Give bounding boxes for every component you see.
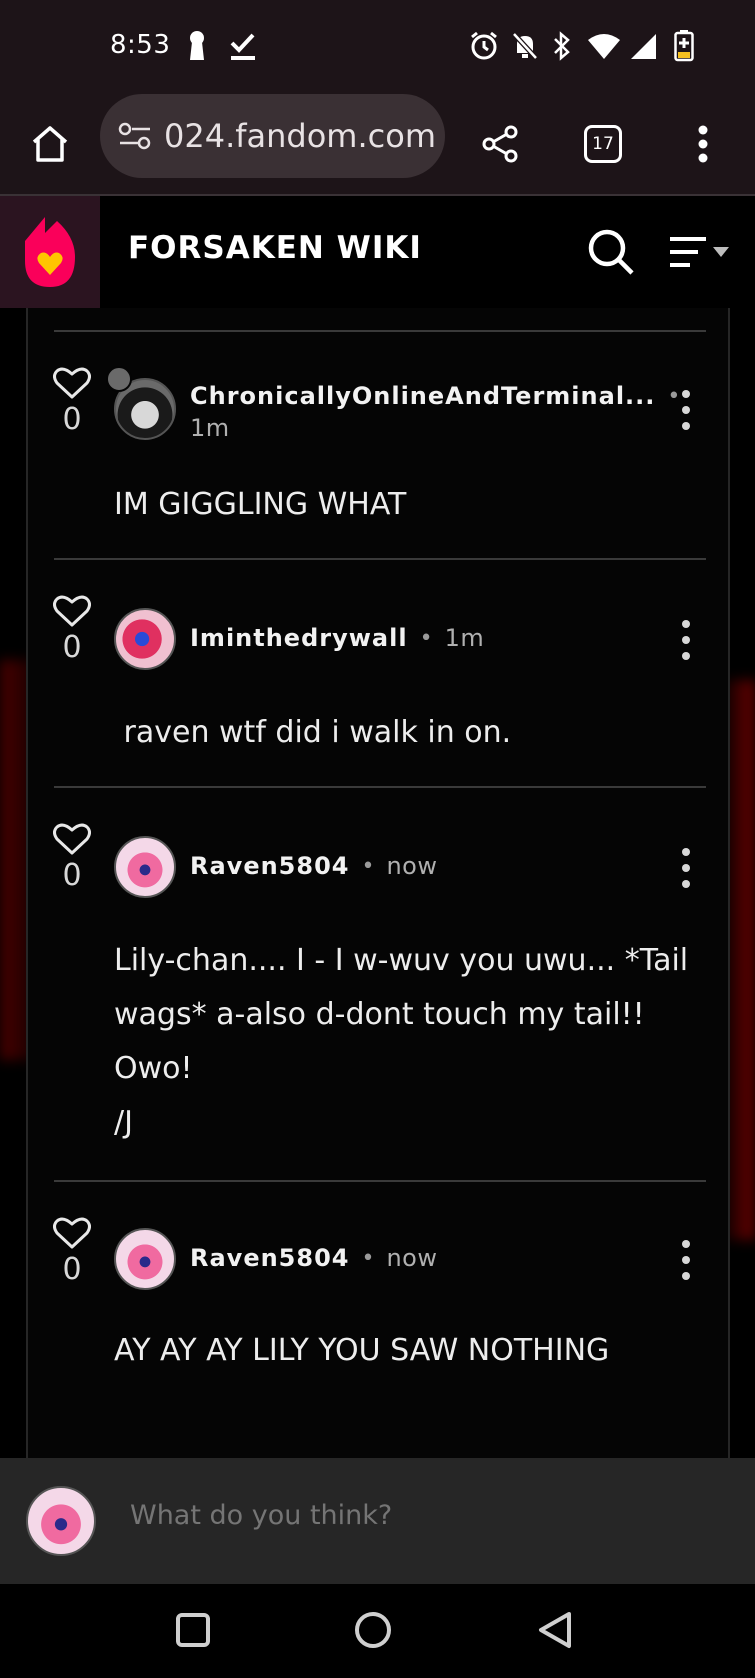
comment-time: now xyxy=(386,1244,438,1272)
comment-meta: Iminthedrywall • 1m xyxy=(190,624,484,652)
comment-meta: Raven5804 • now xyxy=(190,852,438,880)
separator-dot: • xyxy=(361,1245,375,1271)
fandom-flame-icon xyxy=(25,217,75,287)
heart-icon xyxy=(53,367,91,399)
wiki-header: FORSAKEN WIKI xyxy=(0,196,755,308)
wiki-menu-button[interactable] xyxy=(668,230,738,274)
home-button[interactable] xyxy=(15,92,85,196)
home-icon xyxy=(32,126,68,162)
site-settings-icon[interactable] xyxy=(118,122,152,150)
separator-dot: • xyxy=(419,625,433,651)
url-bar[interactable]: 024.fandom.com xyxy=(100,94,445,178)
back-button[interactable] xyxy=(525,1600,585,1660)
overflow-menu-icon xyxy=(698,125,708,163)
share-button[interactable] xyxy=(465,92,535,196)
wiki-title[interactable]: FORSAKEN WIKI xyxy=(128,230,422,266)
status-time: 8:53 xyxy=(110,30,171,60)
recents-button[interactable] xyxy=(163,1600,223,1660)
heart-icon xyxy=(53,1217,91,1249)
comment-divider xyxy=(54,330,706,332)
keyhole-icon xyxy=(186,30,208,62)
username[interactable]: Iminthedrywall xyxy=(190,624,408,652)
current-user-avatar xyxy=(26,1486,96,1556)
heart-icon xyxy=(53,595,91,627)
avatar[interactable] xyxy=(114,1228,176,1290)
like-button[interactable]: 0 xyxy=(50,594,94,665)
battery-charging-icon xyxy=(672,30,696,62)
staff-badge-icon xyxy=(106,366,132,392)
system-nav-bar xyxy=(0,1584,755,1678)
comment-divider xyxy=(54,558,706,560)
circle-icon xyxy=(355,1612,391,1648)
comment-line: /J xyxy=(114,1105,133,1140)
avatar[interactable] xyxy=(114,836,176,898)
like-count: 0 xyxy=(62,402,82,437)
tabs-icon: 17 xyxy=(584,125,622,163)
search-icon xyxy=(588,229,634,275)
back-triangle-icon xyxy=(539,1612,571,1648)
comment-time: now xyxy=(386,852,438,880)
tab-count: 17 xyxy=(592,134,614,154)
check-icon xyxy=(228,30,258,62)
like-count: 0 xyxy=(62,858,82,893)
fandom-logo[interactable] xyxy=(0,196,100,308)
like-button[interactable]: 0 xyxy=(50,366,94,437)
signal-icon xyxy=(628,30,658,62)
like-count: 0 xyxy=(62,630,82,665)
comment-divider xyxy=(54,786,706,788)
comment-divider xyxy=(54,1180,706,1182)
comment-meta: Raven5804 • now xyxy=(190,1244,438,1272)
comment-body: Lily-chan.... I - I w-wuv you uwu... *Ta… xyxy=(114,934,688,1150)
like-count: 0 xyxy=(62,1252,82,1287)
comment-time: 1m xyxy=(444,624,485,652)
wifi-icon xyxy=(586,30,622,62)
menu-button[interactable] xyxy=(668,92,738,196)
comment-options-button[interactable] xyxy=(674,1240,698,1280)
status-bar: 8:53 xyxy=(0,0,755,92)
comment-body: AY AY AY LILY YOU SAW NOTHING xyxy=(114,1333,610,1368)
username[interactable]: Raven5804 xyxy=(190,852,349,880)
avatar[interactable] xyxy=(114,608,176,670)
comment-options-button[interactable] xyxy=(674,390,698,430)
comment-line: Lily-chan.... I - I w-wuv you uwu... *Ta… xyxy=(114,943,689,978)
hamburger-icon xyxy=(670,237,706,267)
chevron-down-icon xyxy=(713,247,729,257)
username[interactable]: Raven5804 xyxy=(190,1244,349,1272)
comment-body: raven wtf did i walk in on. xyxy=(114,715,512,750)
comment-input[interactable] xyxy=(130,1500,690,1531)
tab-switcher-button[interactable]: 17 xyxy=(568,92,638,196)
comment-body: IM GIGGLING WHAT xyxy=(114,487,407,522)
alarm-icon xyxy=(468,30,500,62)
comment-meta: ChronicallyOnlineAndTerminal... • xyxy=(190,382,692,410)
comment-line: wags* a-also d-dont touch my tail!! xyxy=(114,997,645,1032)
bluetooth-icon xyxy=(550,30,574,62)
comment-options-button[interactable] xyxy=(674,620,698,660)
search-button[interactable] xyxy=(585,226,637,278)
comment-line: Owo! xyxy=(114,1051,193,1086)
comment-compose-bar xyxy=(0,1458,755,1584)
url-text: 024.fandom.com xyxy=(164,117,436,155)
square-icon xyxy=(176,1613,210,1647)
heart-icon xyxy=(53,823,91,855)
like-button[interactable]: 0 xyxy=(50,822,94,893)
separator-dot: • xyxy=(361,853,375,879)
like-button[interactable]: 0 xyxy=(50,1216,94,1287)
comment-time: 1m xyxy=(190,414,230,442)
username[interactable]: ChronicallyOnlineAndTerminal... xyxy=(190,382,655,410)
share-icon xyxy=(482,125,518,163)
home-nav-button[interactable] xyxy=(343,1600,403,1660)
mute-bell-icon xyxy=(510,30,540,62)
comment-options-button[interactable] xyxy=(674,848,698,888)
